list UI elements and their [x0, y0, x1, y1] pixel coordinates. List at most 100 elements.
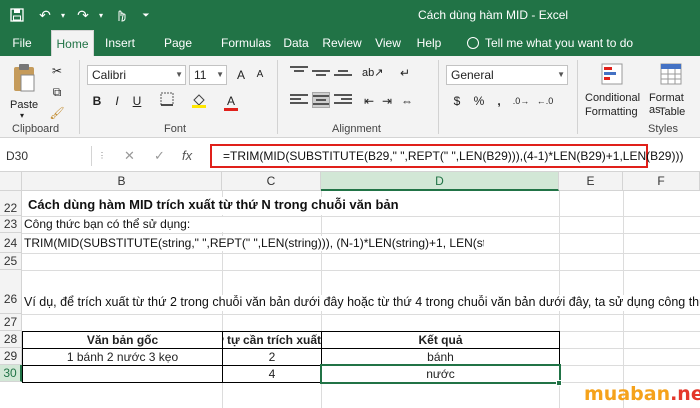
ribbon-home: Paste ▾ ✂ ⧉ 🖌 Clipboard Calibri ▼ 11 ▼ A A…: [0, 56, 700, 138]
watermark-text-1: muaban: [584, 383, 671, 405]
column-header-b[interactable]: B: [22, 172, 222, 191]
align-center-icon[interactable]: [312, 92, 330, 108]
lightbulb-icon: [467, 37, 479, 49]
underline-icon: U: [132, 94, 142, 108]
table-header-original[interactable]: Văn bản gốc: [22, 331, 223, 349]
format-as-table-button[interactable]: Format as Table: [644, 60, 698, 120]
gridline: [22, 314, 700, 315]
orientation-icon[interactable]: ab↗: [362, 64, 383, 82]
title-bar: ↶ ▾ ↷ ▾ ⏷ Cách dùng hàm MID - Excel: [0, 0, 700, 30]
row-header-28[interactable]: 28: [0, 331, 22, 348]
conditional-formatting-button[interactable]: Conditional Formatting: [582, 60, 640, 120]
font-group-label: Font: [164, 123, 187, 135]
table-header-position[interactable]: Số thứ tự cần trích xuất: [222, 331, 322, 349]
align-middle-icon[interactable]: [312, 64, 330, 80]
paste-label: Paste: [10, 99, 39, 111]
tab-page-layout[interactable]: Page Layout: [146, 30, 210, 76]
underline-button[interactable]: U: [128, 92, 146, 110]
formula-input[interactable]: =TRIM(MID(SUBSTITUTE(B29," ",REPT(" ",LE…: [210, 144, 683, 168]
grow-font-button[interactable]: A: [232, 66, 250, 84]
tell-me-search[interactable]: Tell me what you want to do: [467, 30, 633, 56]
redo-icon[interactable]: ↷: [74, 5, 92, 25]
table-cell-c29[interactable]: 2: [222, 348, 322, 366]
group-divider: [79, 60, 80, 134]
decrease-indent-icon[interactable]: ⇤: [360, 92, 378, 110]
chevron-down-icon: ▼: [175, 70, 183, 79]
font-size-select[interactable]: 11 ▼: [189, 65, 227, 85]
merge-center-icon[interactable]: ⇔: [398, 92, 416, 110]
name-box-dropdown-icon[interactable]: ⋮: [98, 146, 106, 166]
name-box[interactable]: D30: [4, 146, 92, 166]
copy-icon[interactable]: ⧉: [48, 83, 66, 101]
format-painter-icon[interactable]: 🖌: [48, 104, 66, 122]
row-header-22[interactable]: 22: [0, 191, 22, 216]
tab-home[interactable]: Home: [51, 30, 94, 56]
fill-color-button[interactable]: [190, 92, 208, 110]
bold-button[interactable]: B: [88, 92, 106, 110]
row-header-26[interactable]: 26: [0, 270, 22, 314]
wrap-text-icon[interactable]: ↵: [396, 64, 414, 82]
cell-formula-row-24[interactable]: TRIM(MID(SUBSTITUTE(string," ",REPT(" ",…: [24, 236, 484, 251]
row-header-24[interactable]: 24: [0, 233, 22, 253]
paste-button[interactable]: Paste ▾: [6, 60, 40, 120]
select-all-corner[interactable]: [0, 172, 22, 191]
row-header-27[interactable]: 27: [0, 314, 22, 331]
number-format-select[interactable]: General ▼: [446, 65, 568, 85]
currency-icon[interactable]: $: [448, 92, 466, 110]
row-header-23[interactable]: 23: [0, 216, 22, 233]
tab-help[interactable]: Help: [413, 30, 445, 56]
tab-review[interactable]: Review: [320, 30, 364, 56]
increase-indent-icon[interactable]: ⇥: [378, 92, 396, 110]
touch-mode-icon[interactable]: [112, 5, 130, 25]
percent-icon[interactable]: %: [470, 92, 488, 110]
borders-icon: [160, 92, 174, 106]
cell-row-23[interactable]: Công thức bạn có thể sử dụng:: [24, 217, 224, 232]
tab-file[interactable]: File: [6, 30, 38, 56]
shrink-font-button[interactable]: A: [251, 66, 269, 84]
font-color-button[interactable]: A: [222, 92, 240, 111]
table-cell-c30[interactable]: 4: [222, 365, 322, 383]
row-header-25[interactable]: 25: [0, 253, 22, 270]
insert-function-icon[interactable]: fx: [182, 146, 192, 166]
font-color-swatch: [224, 108, 238, 111]
group-divider: [438, 60, 439, 134]
comma-style-icon[interactable]: ,: [490, 92, 508, 110]
tab-data[interactable]: Data: [281, 30, 311, 56]
column-header-c[interactable]: C: [222, 172, 321, 191]
fill-handle[interactable]: [556, 380, 562, 386]
row-header-30[interactable]: 30: [0, 365, 22, 382]
shrink-font-icon: A: [256, 69, 264, 80]
cell-row-26[interactable]: Ví dụ, để trích xuất từ thứ 2 trong chuỗ…: [24, 295, 700, 311]
cut-icon[interactable]: ✂: [48, 62, 66, 80]
undo-icon[interactable]: ↶: [36, 5, 54, 25]
column-header-d[interactable]: D: [321, 172, 559, 191]
align-right-icon[interactable]: [334, 92, 352, 108]
redo-dropdown-icon[interactable]: ▾: [96, 5, 106, 25]
chevron-down-icon: ▼: [557, 70, 565, 79]
italic-button[interactable]: I: [108, 92, 126, 110]
table-cell-b29[interactable]: 1 bánh 2 nước 3 kẹo: [22, 348, 223, 366]
font-name-select[interactable]: Calibri ▼: [87, 65, 186, 85]
gridline: [22, 233, 700, 234]
save-icon[interactable]: [8, 5, 26, 25]
tab-insert[interactable]: Insert: [101, 30, 139, 56]
align-bottom-icon[interactable]: [334, 64, 352, 80]
tab-formulas[interactable]: Formulas: [219, 30, 273, 56]
cancel-icon[interactable]: ✕: [124, 146, 135, 166]
tab-view[interactable]: View: [372, 30, 404, 56]
column-header-f[interactable]: F: [623, 172, 700, 191]
borders-button[interactable]: [158, 92, 176, 110]
row-header-29[interactable]: 29: [0, 348, 22, 365]
align-top-icon[interactable]: [290, 64, 308, 80]
column-header-e[interactable]: E: [559, 172, 623, 191]
chevron-down-icon: ▼: [216, 70, 224, 79]
undo-dropdown-icon[interactable]: ▾: [58, 5, 68, 25]
increase-decimal-icon[interactable]: .0→: [512, 92, 530, 110]
customize-qat-icon[interactable]: ⏷: [140, 5, 152, 25]
cell-heading-row-22[interactable]: Cách dùng hàm MID trích xuất từ thứ N tr…: [28, 197, 428, 215]
decrease-decimal-icon[interactable]: ←.0: [536, 92, 554, 110]
table-cell-b30[interactable]: [22, 365, 223, 383]
enter-icon[interactable]: ✓: [154, 146, 165, 166]
table-header-result[interactable]: Kết quả: [321, 331, 560, 349]
align-left-icon[interactable]: [290, 92, 308, 108]
